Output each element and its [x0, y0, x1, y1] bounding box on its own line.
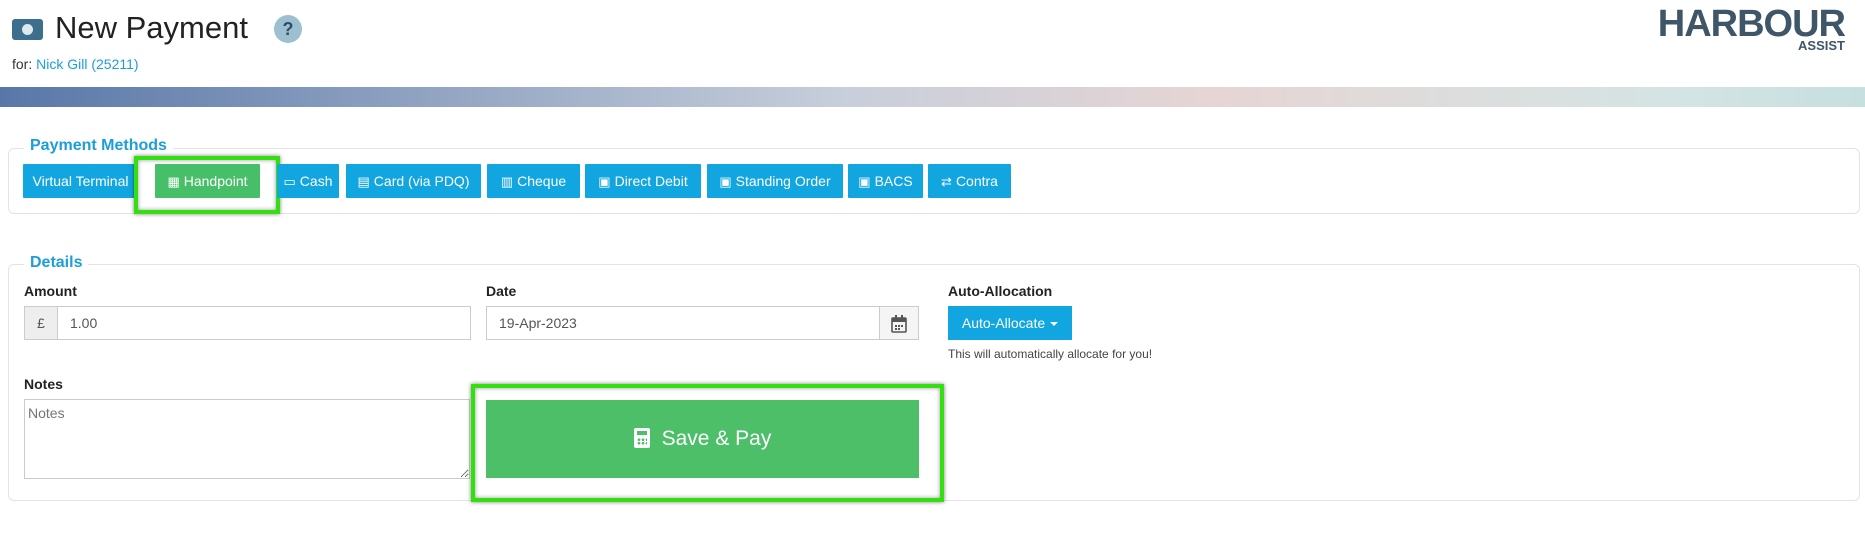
- calendar-icon: ▣: [858, 174, 871, 189]
- date-input[interactable]: 19-Apr-2023: [486, 306, 880, 340]
- page-title: New Payment: [55, 10, 248, 45]
- cheque-icon: ▥: [500, 174, 514, 189]
- payment-icon: [12, 19, 43, 40]
- method-card-pdq[interactable]: ▤ Card (via PDQ): [346, 164, 481, 198]
- auto-allocate-label: Auto-Allocate: [961, 315, 1046, 331]
- customer-line: for: Nick Gill (25211): [12, 56, 139, 72]
- method-cheque[interactable]: ▥ Cheque: [487, 164, 580, 198]
- method-contra[interactable]: ⇄ Contra: [928, 164, 1011, 198]
- auto-allocate-dropdown[interactable]: Auto-Allocate: [948, 306, 1072, 340]
- method-direct-debit[interactable]: ▣ Direct Debit: [585, 164, 701, 198]
- notes-textarea[interactable]: [24, 399, 470, 479]
- details-legend: Details: [24, 254, 89, 272]
- caret-down-icon: [1050, 322, 1059, 327]
- method-label: Cheque: [517, 173, 567, 189]
- calendar-icon: ▣: [719, 174, 732, 189]
- method-label: Contra: [955, 173, 998, 189]
- method-label: Virtual Terminal: [32, 173, 129, 189]
- method-label: Direct Debit: [614, 173, 688, 189]
- auto-allocate-help: This will automatically allocate for you…: [948, 347, 1153, 361]
- logo: HARBOUR ASSIST: [1658, 4, 1846, 53]
- exchange-icon: ⇄: [941, 174, 952, 189]
- method-label: Standing Order: [735, 173, 831, 189]
- date-label: Date: [486, 283, 517, 299]
- credit-card-icon: ▤: [357, 174, 370, 189]
- currency-addon: £: [24, 306, 58, 340]
- method-virtual-terminal[interactable]: Virtual Terminal: [23, 164, 138, 198]
- money-icon: ▭: [283, 174, 296, 189]
- auto-allocation-label: Auto-Allocation: [948, 283, 1053, 299]
- method-label: Cash: [299, 173, 333, 189]
- method-cash[interactable]: ▭ Cash: [277, 164, 339, 198]
- calendar-icon: [891, 315, 907, 333]
- notes-label: Notes: [24, 376, 63, 392]
- payment-methods-legend: Payment Methods: [24, 137, 173, 155]
- method-standing-order[interactable]: ▣ Standing Order: [707, 164, 843, 198]
- method-label: BACS: [874, 173, 913, 189]
- amount-label: Amount: [24, 283, 77, 299]
- handpoint-highlight: [134, 156, 280, 214]
- date-picker-button[interactable]: [879, 306, 919, 340]
- calendar-icon: ▣: [598, 174, 611, 189]
- save-pay-highlight: [471, 384, 944, 502]
- header-band: [0, 87, 1865, 107]
- amount-input[interactable]: 1.00: [57, 306, 471, 340]
- customer-link[interactable]: Nick Gill (25211): [36, 56, 138, 72]
- for-label: for:: [12, 56, 33, 72]
- method-bacs[interactable]: ▣ BACS: [848, 164, 923, 198]
- help-button[interactable]: ?: [274, 15, 302, 43]
- method-label: Card (via PDQ): [373, 173, 470, 189]
